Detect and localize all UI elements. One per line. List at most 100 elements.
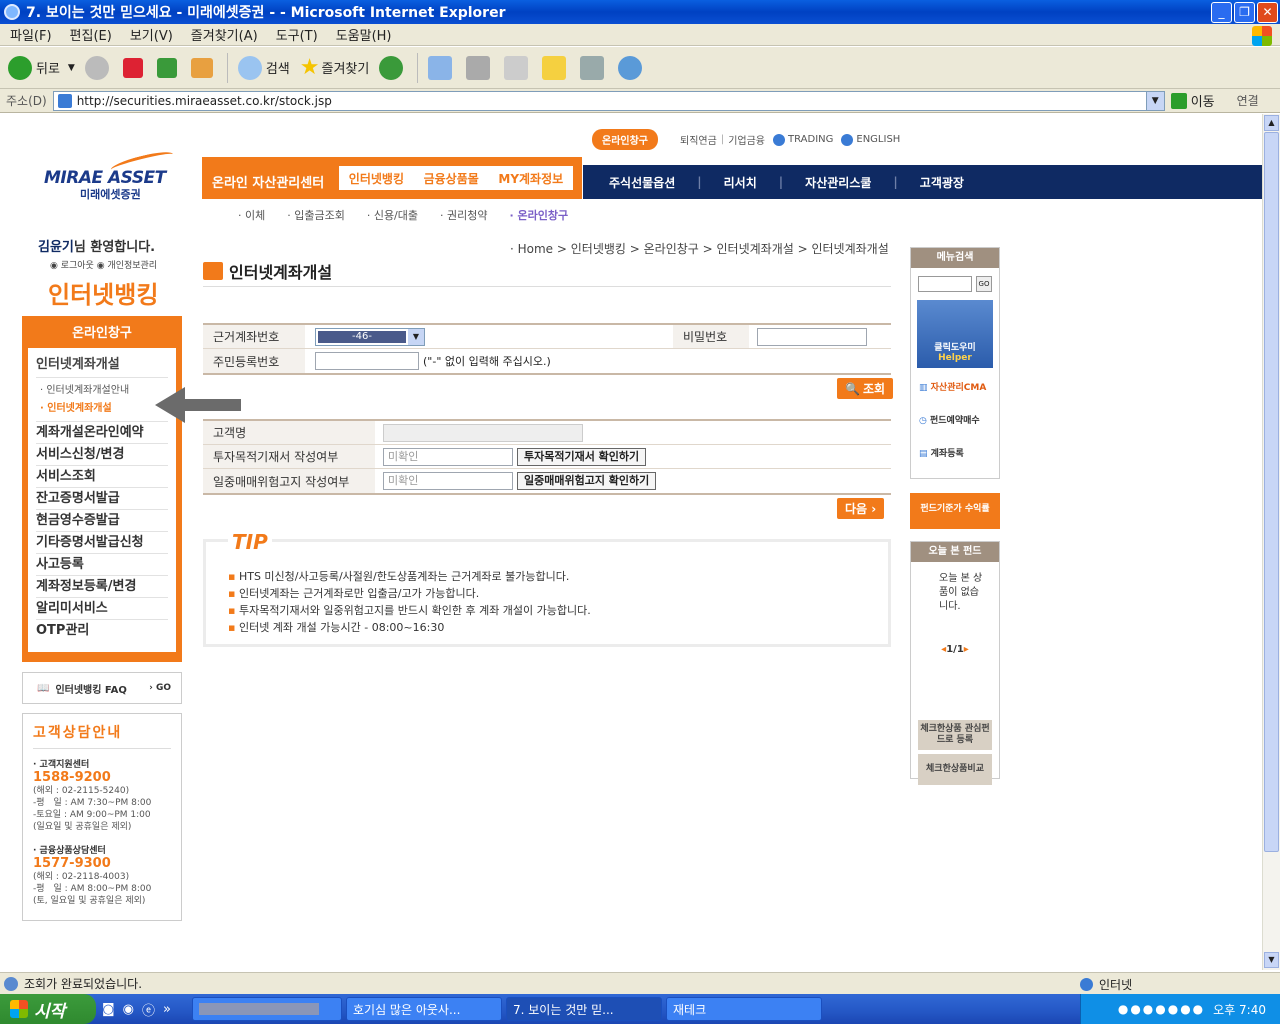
subnav-deposit-query[interactable]: · 입출금조회 — [287, 207, 345, 223]
menu-item-service-query[interactable]: 서비스조회 — [36, 466, 168, 488]
retire-link[interactable]: 퇴직연금 — [680, 132, 717, 147]
account-register-link[interactable]: ▤ 계좌등록 — [911, 426, 999, 459]
name-cell — [375, 423, 583, 442]
cma-link[interactable]: ▥ 자산관리CMA — [911, 370, 999, 393]
menu-item-other-cert[interactable]: 기타증명서발급신청 — [36, 532, 168, 554]
helper-banner[interactable]: 클릭도우미 Helper — [917, 300, 993, 368]
print-button[interactable] — [466, 55, 494, 80]
minimize-button[interactable]: _ — [1211, 2, 1232, 23]
start-button[interactable]: 시작 — [0, 994, 96, 1024]
menu-favorites[interactable]: 즐겨찾기(A) — [191, 25, 258, 44]
corp-link[interactable]: 기업금융 — [728, 132, 765, 147]
menu-item-account-info[interactable]: 계좌정보등록/변경 — [36, 576, 168, 598]
research-button[interactable] — [580, 55, 608, 80]
menu-tools[interactable]: 도구(T) — [276, 25, 318, 44]
nav-research[interactable]: 리서치 — [724, 174, 757, 191]
refresh-button[interactable] — [156, 57, 181, 78]
menu-item-reservation[interactable]: 계좌개설온라인예약 — [36, 422, 168, 444]
favorites-button[interactable]: ★ 즐겨찾기 — [300, 55, 370, 80]
scroll-up-icon[interactable]: ▲ — [1264, 115, 1279, 131]
register-interest-button[interactable]: 체크한상품 관심펀드로 등록 — [918, 720, 992, 750]
online-window-button[interactable]: 온라인창구 — [592, 129, 658, 150]
menu-item-alert-service[interactable]: 알리미서비스 — [36, 598, 168, 620]
task-item[interactable]: 호기심 많은 아웃사... — [346, 997, 502, 1021]
nav-customer-plaza[interactable]: 고객광장 — [920, 174, 964, 191]
nav-stock-futures[interactable]: 주식선물옵션 — [609, 174, 675, 191]
menu-item-service-apply[interactable]: 서비스신청/변경 — [36, 444, 168, 466]
back-dropdown-icon[interactable]: ▼ — [68, 63, 75, 73]
subnav-online-window[interactable]: · 온라인창구 — [510, 207, 569, 223]
address-dropdown-icon[interactable]: ▼ — [1145, 91, 1164, 110]
query-button[interactable]: 🔍 조회 — [837, 378, 894, 399]
menu-item-balance-cert[interactable]: 잔고증명서발급 — [36, 488, 168, 510]
desktop-icon[interactable]: ◙ — [102, 1002, 115, 1017]
forward-button[interactable] — [84, 55, 113, 80]
go-button[interactable]: 이동 — [1170, 91, 1215, 110]
daytrade-cell: 미확인 일중매매위험고지 확인하기 — [375, 472, 657, 490]
media-icon[interactable]: ◉ — [123, 1002, 134, 1017]
close-button[interactable]: ✕ — [1257, 2, 1278, 23]
toolbar: 뒤로 ▼ 검색 ★ 즐겨찾기 — [0, 47, 1280, 89]
menu-item-open-account[interactable]: 인터넷계좌개설 — [36, 352, 168, 378]
menu-item-incident[interactable]: 사고등록 — [36, 554, 168, 576]
mail-button[interactable] — [428, 55, 456, 80]
fund-yield-banner[interactable]: 펀드기준가 수익률 — [910, 493, 1000, 529]
site-logo[interactable]: MIRAE ASSET — [44, 168, 166, 188]
messenger-button[interactable] — [618, 55, 646, 80]
history-button[interactable] — [379, 55, 407, 80]
menu-search-input[interactable] — [918, 276, 972, 292]
faq-link[interactable]: 📖 인터넷뱅킹 FAQ › GO — [22, 672, 182, 704]
next-button[interactable]: 다음 › — [837, 498, 885, 519]
faq-go[interactable]: › GO — [149, 683, 171, 693]
chevron-right-icon[interactable]: » — [163, 1002, 171, 1017]
acct-select[interactable]: -46- ▼ — [315, 327, 425, 346]
stop-button[interactable] — [122, 57, 147, 78]
home-button[interactable] — [190, 57, 217, 78]
select-dropdown-icon[interactable]: ▼ — [408, 328, 424, 345]
tab-financial-mall[interactable]: 금융상품몰 — [424, 170, 479, 187]
menu-search-go[interactable]: GO — [976, 276, 992, 292]
menu-view[interactable]: 보기(V) — [130, 25, 173, 44]
task-hidden[interactable] — [192, 997, 342, 1021]
menu-edit[interactable]: 편집(E) — [70, 25, 112, 44]
task-item-active[interactable]: 7. 보이는 것만 믿... — [506, 997, 662, 1021]
back-button[interactable]: 뒤로 ▼ — [8, 55, 75, 80]
daytrade-label: 일중매매위험고지 작성여부 — [203, 469, 375, 493]
tab-my-account[interactable]: MY계좌정보 — [498, 170, 563, 187]
submenu-open-account[interactable]: · 인터넷계좌개설 — [36, 400, 168, 422]
purpose-confirm-button[interactable]: 투자목적기재서 확인하기 — [517, 447, 647, 466]
scroll-thumb[interactable] — [1264, 132, 1279, 852]
task-item-folder[interactable]: 재테크 — [666, 997, 822, 1021]
compare-products-button[interactable]: 체크한상품비교 — [918, 754, 992, 785]
fund-reserve-link[interactable]: ◷ 펀드예약매수 — [911, 393, 999, 426]
subnav-transfer[interactable]: · 이체 — [238, 207, 265, 223]
discuss-button[interactable] — [542, 55, 570, 80]
tab-internet-banking[interactable]: 인터넷뱅킹 — [349, 170, 404, 187]
menu-file[interactable]: 파일(F) — [10, 25, 52, 44]
submenu-open-account-guide[interactable]: · 인터넷계좌개설안내 — [36, 382, 168, 400]
links-label[interactable]: 연결 — [1237, 92, 1259, 109]
vertical-scrollbar[interactable]: ▲ ▼ — [1262, 114, 1280, 970]
account-links[interactable]: ◉ 로그아웃 ◉ 개인정보관리 — [50, 258, 157, 271]
daytrade-confirm-button[interactable]: 일중매매위험고지 확인하기 — [517, 472, 657, 490]
next-page-icon[interactable]: ▸ — [964, 644, 969, 655]
menu-help[interactable]: 도움말(H) — [336, 25, 392, 44]
subnav-credit-loan[interactable]: · 신용/대출 — [367, 207, 418, 223]
menu-item-otp[interactable]: OTP관리 — [36, 620, 168, 642]
name-label: 고객명 — [203, 421, 375, 444]
tray-icons[interactable]: ●●●●●●● — [1118, 1002, 1205, 1016]
scroll-down-icon[interactable]: ▼ — [1264, 952, 1279, 968]
address-input[interactable]: http://securities.miraeasset.co.kr/stock… — [52, 90, 1165, 111]
status-text: 조회가 완료되었습니다. — [24, 977, 143, 991]
trading-link[interactable]: TRADING — [788, 134, 833, 145]
ie-launch-icon[interactable]: ⓔ — [142, 1000, 155, 1019]
nav-asset-school[interactable]: 자산관리스쿨 — [805, 174, 871, 191]
rrn-input[interactable] — [315, 352, 419, 370]
menu-item-cash-receipt[interactable]: 현금영수증발급 — [36, 510, 168, 532]
maximize-button[interactable]: ❐ — [1234, 2, 1255, 23]
edit-button[interactable] — [504, 55, 532, 80]
password-input[interactable] — [757, 327, 867, 346]
english-link[interactable]: ENGLISH — [856, 134, 900, 145]
search-button[interactable]: 검색 — [237, 55, 290, 80]
subnav-rights[interactable]: · 권리청약 — [440, 207, 487, 223]
